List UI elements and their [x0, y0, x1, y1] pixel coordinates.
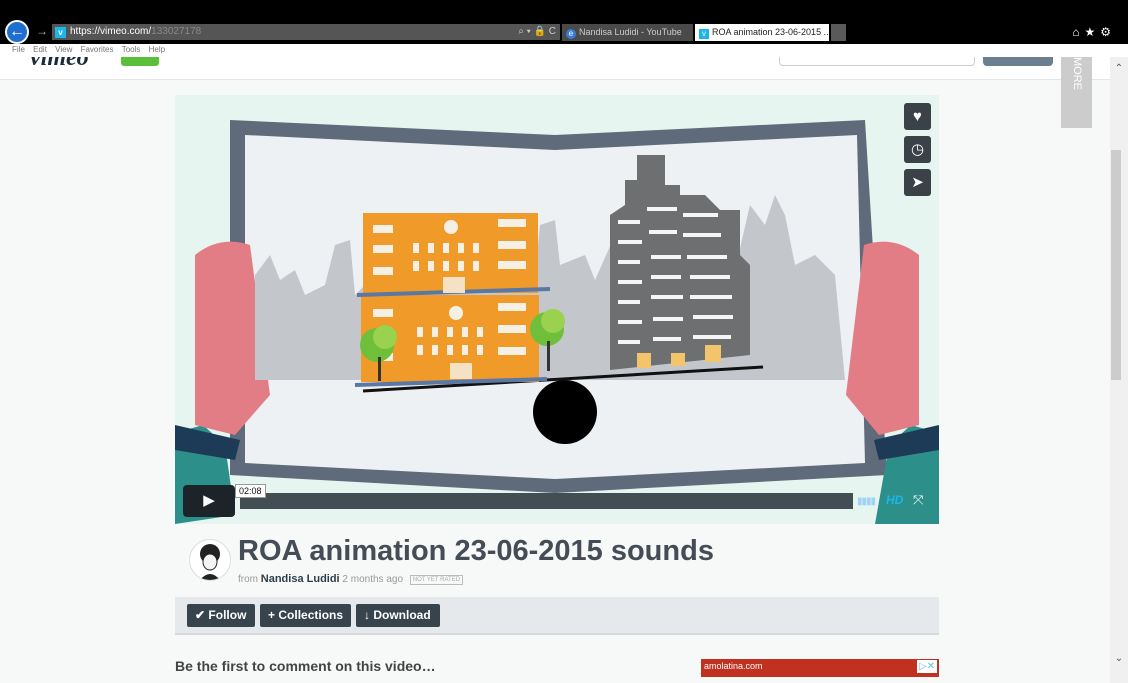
from-label: from	[238, 574, 258, 585]
action-bar: ✔ Follow + Collections ↓ Download	[175, 597, 939, 635]
menu-favorites[interactable]: Favorites	[81, 45, 114, 54]
download-button[interactable]: ↓ Download	[356, 604, 440, 627]
video-frame-illustration	[175, 120, 939, 524]
back-button[interactable]: ←	[5, 20, 29, 44]
collections-label: Collections	[278, 608, 344, 622]
browser-tools[interactable]: ⌂★⚙	[1072, 25, 1116, 39]
download-label: Download	[373, 608, 431, 622]
new-tab-button[interactable]	[831, 24, 846, 41]
menu-tools[interactable]: Tools	[122, 45, 141, 54]
ad-text: amolatina.com	[704, 661, 763, 671]
home-icon[interactable]: ⌂	[1072, 25, 1084, 39]
clock-icon: ◷	[910, 141, 925, 158]
gear-icon[interactable]: ⚙	[1100, 25, 1116, 39]
upload-button[interactable]	[983, 57, 1053, 66]
video-player[interactable]: ♥ ◷ ➤ ▶ 02:08 ▮▮▮▮ HD ⤧	[175, 95, 939, 524]
adchoices-icon[interactable]: ▷✕	[916, 660, 937, 673]
menu-bar: File Edit View Favorites Tools Help	[0, 44, 1128, 57]
play-button[interactable]: ▶	[183, 485, 235, 517]
menu-file[interactable]: File	[12, 45, 25, 54]
scroll-thumb[interactable]	[1111, 150, 1121, 380]
progress-bar[interactable]	[240, 493, 853, 509]
check-icon: ✔	[195, 608, 206, 622]
scrollbar[interactable]: ⌃ ⌄	[1110, 57, 1128, 683]
like-button[interactable]: ♥	[904, 103, 931, 130]
play-icon: ▶	[203, 492, 215, 509]
browser-chrome: ← → v https://vimeo.com/133027178 ⌕ ▾ 🔒 C…	[0, 0, 1128, 44]
time-tooltip: 02:08	[235, 484, 266, 498]
avatar-image	[200, 544, 220, 580]
fullscreen-icon[interactable]: ⤧	[913, 492, 923, 508]
send-icon: ➤	[911, 174, 924, 191]
rating-badge: NOT YET RATED	[409, 575, 464, 585]
vimeo-tab-icon: v	[699, 29, 709, 39]
forward-button[interactable]: →	[36, 24, 48, 38]
hd-button[interactable]: HD	[886, 493, 903, 507]
vimeo-logo[interactable]: vimeo	[30, 57, 89, 72]
search-input[interactable]	[779, 57, 975, 66]
join-button[interactable]	[121, 57, 159, 66]
video-title: ROA animation 23-06-2015 sounds	[238, 535, 714, 567]
menu-help[interactable]: Help	[149, 45, 165, 54]
site-header: vimeo	[0, 57, 1110, 80]
address-bar-icons[interactable]: ⌕ ▾ 🔒 C	[518, 24, 556, 40]
byline: from Nandisa Ludidi 2 months ago NOT YET…	[238, 573, 464, 585]
watch-later-button[interactable]: ◷	[904, 136, 931, 163]
avatar[interactable]	[189, 539, 231, 581]
ie-tab-icon: e	[566, 29, 576, 39]
plus-icon: +	[268, 608, 276, 622]
address-bar[interactable]: v https://vimeo.com/133027178 ⌕ ▾ 🔒 C	[52, 24, 560, 40]
tab-label: Nandisa Ludidi - YouTube	[579, 27, 682, 37]
more-videos-tab[interactable]: MORE VIDEOS	[1061, 57, 1092, 128]
advertisement[interactable]: amolatina.com ▷✕	[701, 659, 939, 677]
share-button[interactable]: ➤	[904, 169, 931, 196]
posted-time: 2 months ago	[342, 574, 404, 585]
vimeo-favicon-icon: v	[55, 27, 66, 38]
heart-icon: ♥	[913, 108, 922, 125]
menu-edit[interactable]: Edit	[33, 45, 47, 54]
volume-icon[interactable]: ▮▮▮▮	[857, 496, 876, 507]
tab-vimeo[interactable]: vROA animation 23-06-2015 ...×	[695, 24, 829, 41]
scroll-down-icon[interactable]: ⌄	[1110, 653, 1128, 664]
author-link[interactable]: Nandisa Ludidi	[261, 573, 340, 585]
url-path: 133027178	[151, 26, 202, 37]
follow-label: Follow	[208, 608, 247, 622]
comment-prompt: Be the first to comment on this video…	[175, 658, 436, 674]
menu-view[interactable]: View	[55, 45, 72, 54]
scroll-up-icon[interactable]: ⌃	[1110, 63, 1128, 74]
tab-label: ROA animation 23-06-2015 ...	[712, 27, 829, 37]
player-controls: ▶ 02:08 ▮▮▮▮ HD ⤧	[183, 484, 931, 517]
url-host: https://vimeo.com/	[70, 26, 152, 37]
collections-button[interactable]: + Collections	[260, 604, 351, 627]
tab-youtube[interactable]: e Nandisa Ludidi - YouTube	[562, 24, 693, 41]
follow-button[interactable]: ✔ Follow	[187, 604, 255, 627]
star-icon[interactable]: ★	[1084, 25, 1100, 39]
download-icon: ↓	[364, 608, 370, 622]
